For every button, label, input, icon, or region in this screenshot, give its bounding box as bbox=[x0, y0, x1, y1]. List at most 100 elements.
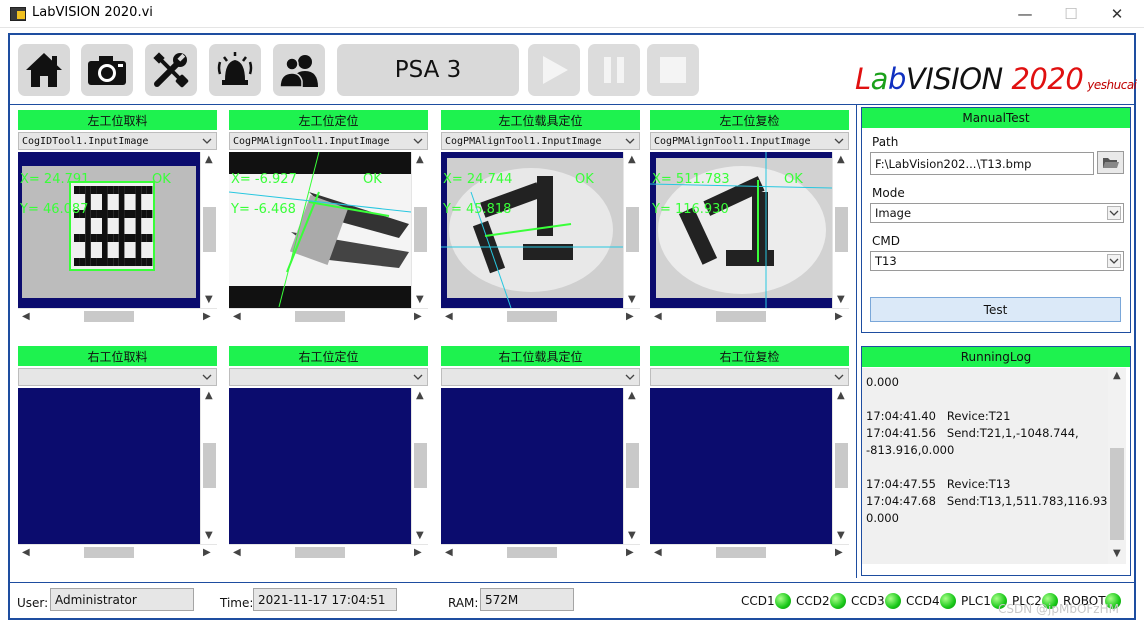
scroll-down-icon[interactable]: ▼ bbox=[628, 294, 636, 305]
bottom-camera-1-tool-select[interactable] bbox=[18, 368, 217, 386]
scroll-right-icon[interactable]: ▶ bbox=[626, 547, 634, 558]
scroll-right-icon[interactable]: ▶ bbox=[414, 547, 422, 558]
minimize-button[interactable]: — bbox=[1002, 0, 1048, 28]
bottom-camera-3-tool-select[interactable] bbox=[441, 368, 640, 386]
scroll-thumb[interactable] bbox=[507, 547, 557, 558]
scroll-down-icon[interactable]: ▼ bbox=[416, 530, 424, 541]
scroll-left-icon[interactable]: ◀ bbox=[654, 547, 662, 558]
scroll-thumb[interactable] bbox=[203, 443, 216, 488]
horizontal-scrollbar[interactable]: ◀ ▶ bbox=[650, 544, 849, 559]
vertical-scrollbar[interactable]: ▲ ▼ bbox=[200, 152, 217, 308]
pause-button[interactable] bbox=[588, 44, 640, 96]
tools-button[interactable] bbox=[145, 44, 197, 96]
scroll-thumb[interactable] bbox=[716, 547, 766, 558]
stop-button[interactable] bbox=[647, 44, 699, 96]
scroll-thumb[interactable] bbox=[507, 311, 557, 322]
scroll-thumb[interactable] bbox=[84, 311, 134, 322]
scroll-left-icon[interactable]: ◀ bbox=[445, 311, 453, 322]
top-camera-3-tool-select[interactable]: CogPMAlignTool1.InputImage bbox=[441, 132, 640, 150]
scroll-right-icon[interactable]: ▶ bbox=[414, 311, 422, 322]
scroll-left-icon[interactable]: ◀ bbox=[22, 547, 30, 558]
scroll-right-icon[interactable]: ▶ bbox=[835, 547, 843, 558]
horizontal-scrollbar[interactable]: ◀ ▶ bbox=[441, 544, 640, 559]
vertical-scrollbar[interactable]: ▲ ▼ bbox=[832, 152, 849, 308]
top-camera-3-image[interactable]: X= 24.744 Y= 45.818 OK bbox=[441, 152, 623, 308]
camera-button[interactable] bbox=[81, 44, 133, 96]
bottom-camera-1-image[interactable] bbox=[18, 388, 200, 544]
scroll-up-icon[interactable]: ▲ bbox=[837, 390, 845, 401]
scroll-left-icon[interactable]: ◀ bbox=[445, 547, 453, 558]
scroll-left-icon[interactable]: ◀ bbox=[233, 547, 241, 558]
recipe-button[interactable]: PSA 3 bbox=[337, 44, 519, 96]
top-camera-1-image[interactable]: X= 24.791 Y= 46.087 OK bbox=[18, 152, 200, 308]
horizontal-scrollbar[interactable]: ◀ ▶ bbox=[650, 308, 849, 323]
log-scrollbar[interactable]: ▲ ▼ bbox=[1108, 368, 1126, 564]
test-button[interactable]: Test bbox=[870, 297, 1121, 322]
bottom-camera-2-tool-select[interactable] bbox=[229, 368, 428, 386]
scroll-up-icon[interactable]: ▲ bbox=[205, 390, 213, 401]
scroll-thumb[interactable] bbox=[716, 311, 766, 322]
scroll-up-icon[interactable]: ▲ bbox=[205, 154, 213, 165]
scroll-thumb[interactable] bbox=[835, 443, 848, 488]
browse-button[interactable] bbox=[1097, 151, 1124, 174]
scroll-thumb[interactable] bbox=[835, 207, 848, 252]
users-button[interactable] bbox=[273, 44, 325, 96]
vertical-scrollbar[interactable]: ▲ ▼ bbox=[623, 388, 640, 544]
scroll-down-icon[interactable]: ▼ bbox=[205, 294, 213, 305]
scroll-right-icon[interactable]: ▶ bbox=[835, 311, 843, 322]
scroll-thumb[interactable] bbox=[414, 207, 427, 252]
scroll-down-icon[interactable]: ▼ bbox=[416, 294, 424, 305]
scroll-thumb[interactable] bbox=[414, 443, 427, 488]
scroll-right-icon[interactable]: ▶ bbox=[203, 311, 211, 322]
bottom-camera-4-image[interactable] bbox=[650, 388, 832, 544]
close-button[interactable]: ✕ bbox=[1094, 0, 1140, 28]
running-log-text[interactable]: 0.000 17:04:41.40 Revice:T21 17:04:41.56 S… bbox=[862, 368, 1108, 564]
scroll-down-icon[interactable]: ▼ bbox=[628, 530, 636, 541]
scroll-right-icon[interactable]: ▶ bbox=[626, 311, 634, 322]
scroll-up-icon[interactable]: ▲ bbox=[628, 154, 636, 165]
scroll-down-icon[interactable]: ▼ bbox=[837, 530, 845, 541]
scroll-thumb[interactable] bbox=[295, 547, 345, 558]
log-scroll-thumb[interactable] bbox=[1110, 448, 1124, 540]
scroll-right-icon[interactable]: ▶ bbox=[203, 547, 211, 558]
alarm-button[interactable] bbox=[209, 44, 261, 96]
scroll-left-icon[interactable]: ◀ bbox=[654, 311, 662, 322]
horizontal-scrollbar[interactable]: ◀ ▶ bbox=[441, 308, 640, 323]
scroll-up-icon[interactable]: ▲ bbox=[837, 154, 845, 165]
scroll-down-icon[interactable]: ▼ bbox=[837, 294, 845, 305]
home-button[interactable] bbox=[18, 44, 70, 96]
scroll-thumb[interactable] bbox=[626, 207, 639, 252]
bottom-camera-3-image[interactable] bbox=[441, 388, 623, 544]
mode-select[interactable]: Image bbox=[870, 203, 1124, 223]
scroll-left-icon[interactable]: ◀ bbox=[233, 311, 241, 322]
bottom-camera-2-image[interactable] bbox=[229, 388, 411, 544]
vertical-scrollbar[interactable]: ▲ ▼ bbox=[411, 388, 428, 544]
horizontal-scrollbar[interactable]: ◀ ▶ bbox=[229, 308, 428, 323]
scroll-thumb[interactable] bbox=[626, 443, 639, 488]
vertical-scrollbar[interactable]: ▲ ▼ bbox=[200, 388, 217, 544]
top-camera-4-tool-select[interactable]: CogPMAlignTool1.InputImage bbox=[650, 132, 849, 150]
scroll-up-icon[interactable]: ▲ bbox=[416, 390, 424, 401]
scroll-down-icon[interactable]: ▼ bbox=[1113, 548, 1121, 559]
scroll-up-icon[interactable]: ▲ bbox=[416, 154, 424, 165]
vertical-scrollbar[interactable]: ▲ ▼ bbox=[411, 152, 428, 308]
top-camera-2-image[interactable]: X= -6.927 Y= -6.468 OK bbox=[229, 152, 411, 308]
horizontal-scrollbar[interactable]: ◀ ▶ bbox=[229, 544, 428, 559]
scroll-down-icon[interactable]: ▼ bbox=[205, 530, 213, 541]
top-camera-4-image[interactable]: X= 511.783 Y= 116.930 OK bbox=[650, 152, 832, 308]
scroll-thumb[interactable] bbox=[295, 311, 345, 322]
scroll-up-icon[interactable]: ▲ bbox=[1113, 370, 1121, 381]
top-camera-1-tool-select[interactable]: CogIDTool1.InputImage bbox=[18, 132, 217, 150]
horizontal-scrollbar[interactable]: ◀ ▶ bbox=[18, 544, 217, 559]
scroll-up-icon[interactable]: ▲ bbox=[628, 390, 636, 401]
maximize-button[interactable]: ☐ bbox=[1048, 0, 1094, 28]
vertical-scrollbar[interactable]: ▲ ▼ bbox=[832, 388, 849, 544]
vertical-scrollbar[interactable]: ▲ ▼ bbox=[623, 152, 640, 308]
scroll-thumb[interactable] bbox=[84, 547, 134, 558]
bottom-camera-4-tool-select[interactable] bbox=[650, 368, 849, 386]
horizontal-scrollbar[interactable]: ◀ ▶ bbox=[18, 308, 217, 323]
top-camera-2-tool-select[interactable]: CogPMAlignTool1.InputImage bbox=[229, 132, 428, 150]
cmd-select[interactable]: T13 bbox=[870, 251, 1124, 271]
path-field[interactable]: F:\LabVision202...\T13.bmp bbox=[870, 152, 1094, 175]
run-button[interactable] bbox=[528, 44, 580, 96]
